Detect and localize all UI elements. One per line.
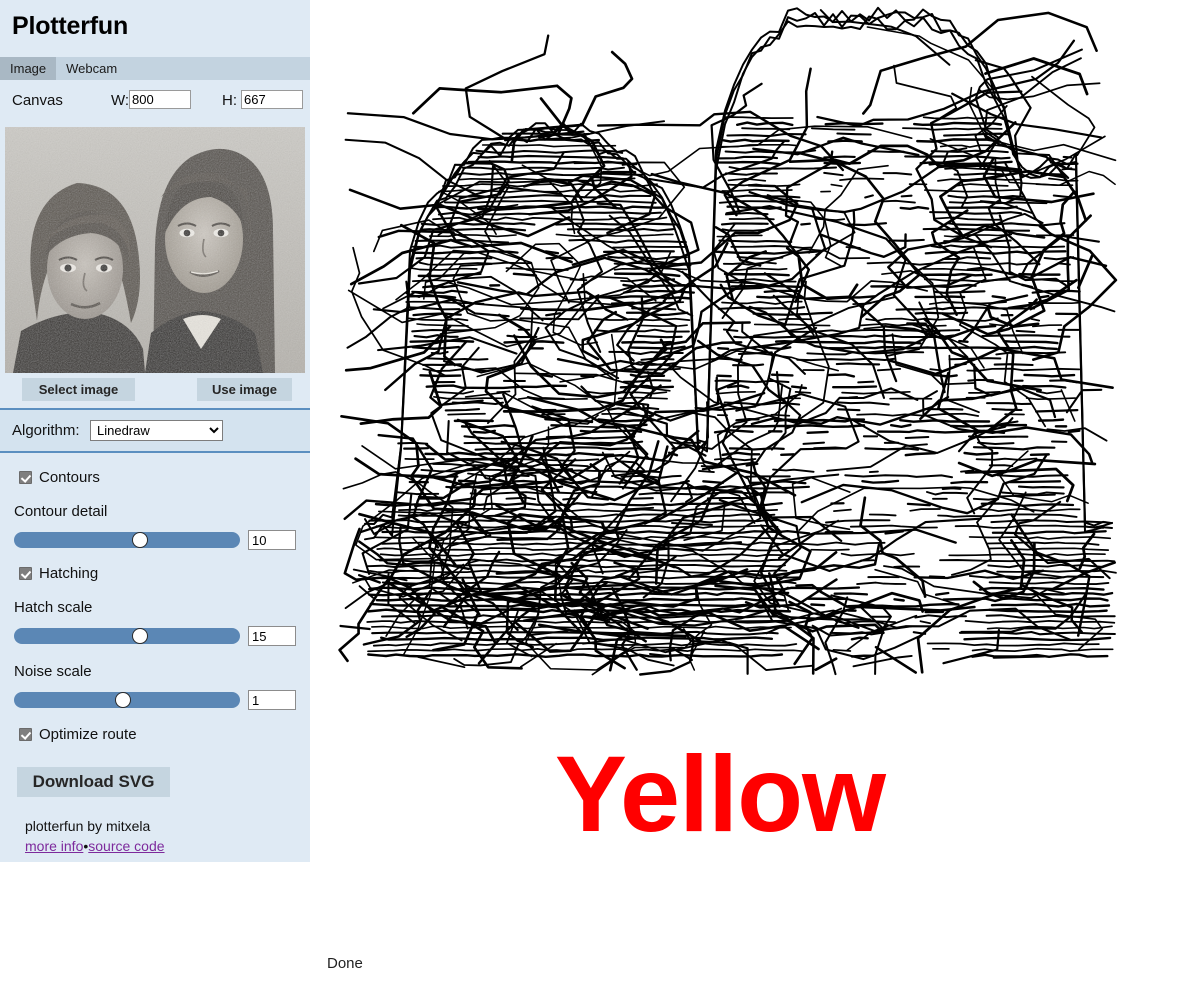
tab-bar: Image Webcam bbox=[0, 57, 310, 80]
source-code-link[interactable]: source code bbox=[88, 838, 164, 854]
linedraw-rendering bbox=[320, 0, 1120, 680]
hatch-scale-slider-thumb[interactable] bbox=[131, 628, 148, 644]
status-text: Done bbox=[327, 955, 363, 972]
control-sidebar: Plotterfun Image Webcam Canvas W: H: bbox=[0, 0, 310, 862]
noise-scale-slider-thumb[interactable] bbox=[114, 692, 131, 708]
contour-detail-value-input[interactable] bbox=[248, 530, 296, 550]
credits-links: more info•source code bbox=[25, 836, 165, 856]
source-image-thumbnail[interactable] bbox=[5, 127, 305, 373]
canvas-label: Canvas bbox=[12, 92, 63, 109]
contour-detail-slider-thumb[interactable] bbox=[131, 532, 148, 548]
algorithm-label: Algorithm: bbox=[12, 422, 80, 439]
tab-image[interactable]: Image bbox=[0, 57, 57, 80]
noise-scale-value-input[interactable] bbox=[248, 690, 296, 710]
canvas-height-input[interactable] bbox=[241, 90, 303, 109]
noise-scale-label: Noise scale bbox=[14, 663, 92, 680]
checkmark-icon[interactable] bbox=[19, 471, 32, 484]
credits-block: plotterfun by mitxela more info•source c… bbox=[25, 816, 165, 857]
checkmark-icon[interactable] bbox=[19, 728, 32, 741]
canvas-size-row: Canvas W: H: bbox=[0, 80, 310, 122]
checkmark-icon[interactable] bbox=[19, 567, 32, 580]
contours-checkbox-row[interactable]: Contours bbox=[19, 470, 100, 485]
more-info-link[interactable]: more info bbox=[25, 838, 83, 854]
optimize-route-checkbox-row[interactable]: Optimize route bbox=[19, 727, 137, 742]
use-image-button[interactable]: Use image bbox=[197, 378, 292, 401]
contour-detail-label: Contour detail bbox=[14, 503, 108, 520]
options-panel: Contours Contour detail Hatching Hatch s… bbox=[0, 453, 310, 862]
hatching-label: Hatching bbox=[39, 565, 99, 582]
hatch-scale-slider-track[interactable] bbox=[14, 628, 240, 644]
canvas-width-label: W: bbox=[111, 92, 130, 109]
credits-text: plotterfun by mitxela bbox=[25, 818, 151, 834]
canvas-width-input[interactable] bbox=[129, 90, 191, 109]
optimize-route-label: Optimize route bbox=[39, 726, 137, 743]
tab-webcam[interactable]: Webcam bbox=[56, 57, 127, 80]
noise-scale-slider-row[interactable] bbox=[14, 689, 296, 711]
algorithm-row: Algorithm: Linedraw bbox=[0, 408, 310, 453]
canvas-height-label: H: bbox=[222, 92, 237, 109]
thumbnail-photo bbox=[5, 127, 305, 373]
download-svg-button[interactable]: Download SVG bbox=[17, 767, 170, 797]
select-image-button[interactable]: Select image bbox=[22, 378, 135, 401]
hatch-scale-label: Hatch scale bbox=[14, 599, 93, 616]
plot-output-canvas[interactable] bbox=[320, 0, 1120, 680]
hatching-checkbox-row[interactable]: Hatching bbox=[19, 566, 98, 581]
contour-detail-slider-track[interactable] bbox=[14, 532, 240, 548]
page-title: Plotterfun bbox=[12, 12, 129, 40]
image-button-row: Select image Use image bbox=[0, 375, 310, 406]
hatch-scale-value-input[interactable] bbox=[248, 626, 296, 646]
contour-detail-slider-row[interactable] bbox=[14, 529, 296, 551]
contours-label: Contours bbox=[39, 469, 100, 486]
hatch-scale-slider-row[interactable] bbox=[14, 625, 296, 647]
algorithm-select[interactable]: Linedraw bbox=[90, 420, 223, 441]
stroop-word-display: Yellow bbox=[554, 733, 886, 854]
